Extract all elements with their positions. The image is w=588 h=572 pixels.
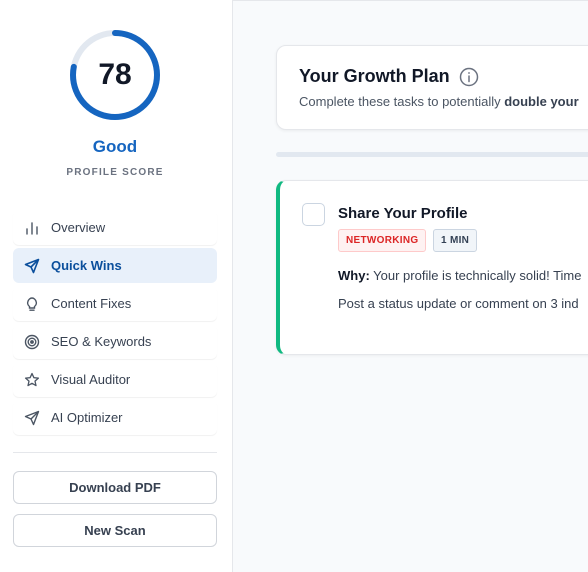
star-icon — [23, 371, 40, 388]
task-why: Why: Your profile is technically solid! … — [338, 268, 582, 283]
download-pdf-button[interactable]: Download PDF — [13, 471, 217, 504]
bar-chart-icon — [23, 219, 40, 236]
progress-bar — [276, 152, 588, 157]
nav-item-content-fixes[interactable]: Content Fixes — [13, 286, 217, 321]
target-icon — [23, 333, 40, 350]
nav-item-overview[interactable]: Overview — [13, 210, 217, 245]
new-scan-button[interactable]: New Scan — [13, 514, 217, 547]
duration-badge: 1 MIN — [433, 229, 478, 252]
growth-plan-heading: Your Growth Plan — [299, 66, 479, 87]
score-rating: Good — [92, 137, 138, 156]
nav-item-seo-keywords[interactable]: SEO & Keywords — [13, 324, 217, 359]
sidebar-divider — [13, 452, 217, 453]
nav-item-label: Quick Wins — [51, 258, 122, 273]
growth-plan-card: Your Growth Plan Complete these tasks to… — [276, 45, 588, 130]
sidebar: 78 Good PROFILE SCORE Overview Quick Win… — [0, 0, 233, 572]
nav-item-label: Visual Auditor — [51, 372, 131, 387]
growth-plan-subtitle: Complete these tasks to potentially doub… — [299, 94, 579, 109]
send-icon — [23, 257, 40, 274]
send-icon — [23, 409, 40, 426]
nav-item-visual-auditor[interactable]: Visual Auditor — [13, 362, 217, 397]
nav-item-label: Content Fixes — [51, 296, 132, 311]
nav-item-quick-wins[interactable]: Quick Wins — [13, 248, 217, 283]
task-title: Share Your Profile — [338, 205, 468, 222]
lightbulb-icon — [23, 295, 40, 312]
subtitle-text: Complete these tasks to potentially — [299, 94, 505, 109]
task-card: Share Your Profile NETWORKING 1 MIN Why:… — [276, 180, 588, 355]
page-title: Your Growth Plan — [299, 66, 450, 86]
main-top-border — [233, 0, 588, 1]
info-icon[interactable] — [459, 67, 479, 87]
task-checkbox[interactable] — [302, 203, 325, 226]
nav-item-label: AI Optimizer — [51, 410, 123, 425]
nav-item-label: Overview — [51, 220, 106, 235]
why-label: Why: — [338, 268, 370, 283]
category-badge: NETWORKING — [338, 229, 427, 252]
task-action-text: Post a status update or comment on 3 ind — [338, 296, 579, 311]
score-caption: PROFILE SCORE — [66, 167, 164, 178]
nav-item-label: SEO & Keywords — [51, 334, 152, 349]
score-value: 78 — [98, 58, 132, 91]
subtitle-emphasis: double your — [504, 94, 579, 109]
why-text: Your profile is technically solid! Time — [369, 268, 582, 283]
nav-item-ai-optimizer[interactable]: AI Optimizer — [13, 400, 217, 435]
sidebar-nav: Overview Quick Wins Content Fixes SEO & … — [13, 210, 217, 438]
